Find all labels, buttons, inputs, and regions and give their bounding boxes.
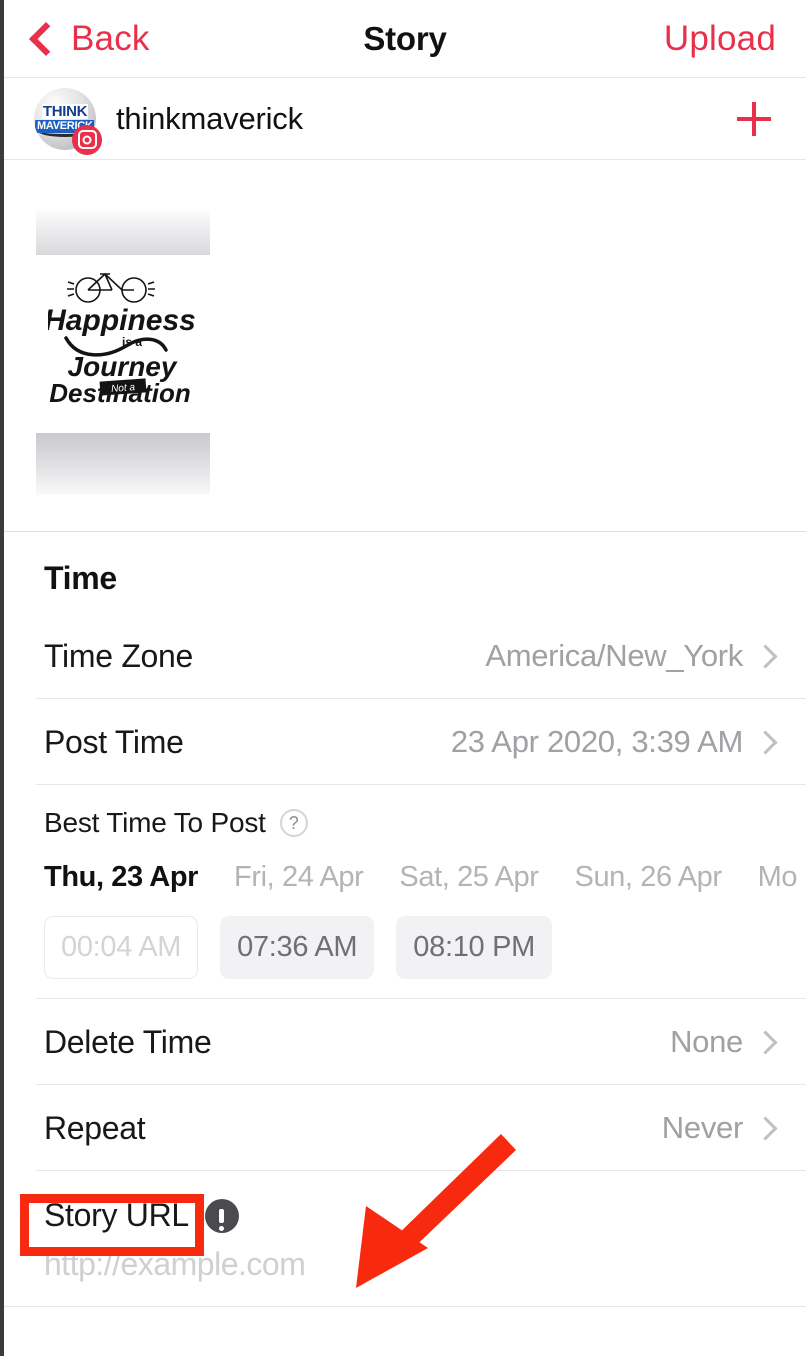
day-tab-4[interactable]: Mo (758, 861, 798, 894)
row-post-time-label: Post Time (44, 723, 184, 760)
instagram-icon (72, 124, 102, 155)
row-post-time-value: 23 Apr 2020, 3:39 AM (450, 724, 743, 759)
happiness-journey-artwork: Happiness is a Journey Destination Not a (48, 272, 196, 408)
back-button[interactable]: Back (29, 18, 150, 59)
row-delete-time-right: None (670, 1024, 782, 1060)
avatar[interactable]: THINK MAVERICK (34, 87, 102, 155)
media-blur-bottom (36, 433, 210, 495)
svg-text:Not a: Not a (111, 382, 136, 395)
row-time-zone-value: America/New_York (485, 638, 743, 673)
navigation-bar: Back Story Upload (4, 0, 806, 78)
time-slot-1[interactable]: 07:36 AM (220, 916, 375, 979)
media-preview-section: Happiness is a Journey Destination Not a (4, 160, 806, 532)
add-account-button[interactable] (728, 93, 780, 145)
row-delete-time-label: Delete Time (44, 1023, 212, 1060)
chevron-left-icon (29, 22, 63, 56)
day-tab-1[interactable]: Fri, 24 Apr (234, 861, 364, 894)
day-tab-2[interactable]: Sat, 25 Apr (399, 861, 538, 894)
back-button-label: Back (71, 18, 150, 58)
time-section-title: Time (44, 560, 117, 596)
media-blur-top (36, 208, 210, 255)
instagram-glyph (77, 130, 97, 149)
account-username: thinkmaverick (116, 100, 303, 136)
best-time-day-tabs[interactable]: Thu, 23 Apr Fri, 24 Apr Sat, 25 Apr Sun,… (44, 861, 806, 894)
row-delete-time[interactable]: Delete Time None (4, 999, 806, 1085)
row-post-time[interactable]: Post Time 23 Apr 2020, 3:39 AM (4, 699, 806, 785)
story-settings-screen: Back Story Upload THINK MAVERICK thinkma… (0, 0, 806, 1356)
story-media-thumbnail[interactable]: Happiness is a Journey Destination Not a (36, 160, 210, 531)
upload-button[interactable]: Upload (664, 19, 776, 59)
exclamation-glyph (219, 1208, 225, 1231)
account-row[interactable]: THINK MAVERICK thinkmaverick (4, 78, 806, 160)
row-post-time-right: 23 Apr 2020, 3:39 AM (451, 724, 782, 760)
story-url-section: Story URL http://example.com (4, 1171, 806, 1307)
best-time-title: Best Time To Post (44, 807, 266, 838)
story-url-label: Story URL (44, 1197, 189, 1233)
row-repeat[interactable]: Repeat Never (4, 1085, 806, 1171)
chevron-right-icon (753, 1115, 778, 1141)
chevron-right-icon (753, 1029, 778, 1055)
story-url-header: Story URL (44, 1197, 806, 1234)
chevron-right-icon (753, 729, 778, 755)
day-tab-0[interactable]: Thu, 23 Apr (44, 861, 198, 894)
best-time-slots: 00:04 AM 07:36 AM 08:10 PM (44, 916, 806, 979)
row-repeat-value: Never (661, 1110, 744, 1145)
bottom-spacer (4, 1307, 806, 1343)
row-time-zone-right: America/New_York (485, 638, 782, 674)
row-repeat-right: Never (662, 1110, 782, 1146)
svg-text:Happiness: Happiness (48, 304, 196, 337)
question-mark-icon[interactable]: ? (279, 809, 308, 837)
story-url-input[interactable]: http://example.com (44, 1246, 806, 1283)
media-artwork: Happiness is a Journey Destination Not a (36, 255, 210, 433)
row-repeat-label: Repeat (44, 1109, 146, 1146)
day-tab-3[interactable]: Sun, 26 Apr (575, 861, 723, 894)
exclamation-circle-icon[interactable] (204, 1198, 239, 1233)
row-delete-time-value: None (670, 1024, 743, 1059)
avatar-text-line1: THINK (41, 103, 89, 121)
time-slot-0[interactable]: 00:04 AM (44, 916, 199, 979)
best-time-header: Best Time To Post ? (44, 807, 806, 839)
row-time-zone-label: Time Zone (44, 637, 194, 674)
row-time-zone[interactable]: Time Zone America/New_York (4, 613, 806, 699)
chevron-right-icon (753, 643, 778, 669)
time-slot-2[interactable]: 08:10 PM (396, 916, 553, 979)
best-time-to-post-section: Best Time To Post ? Thu, 23 Apr Fri, 24 … (4, 785, 806, 999)
